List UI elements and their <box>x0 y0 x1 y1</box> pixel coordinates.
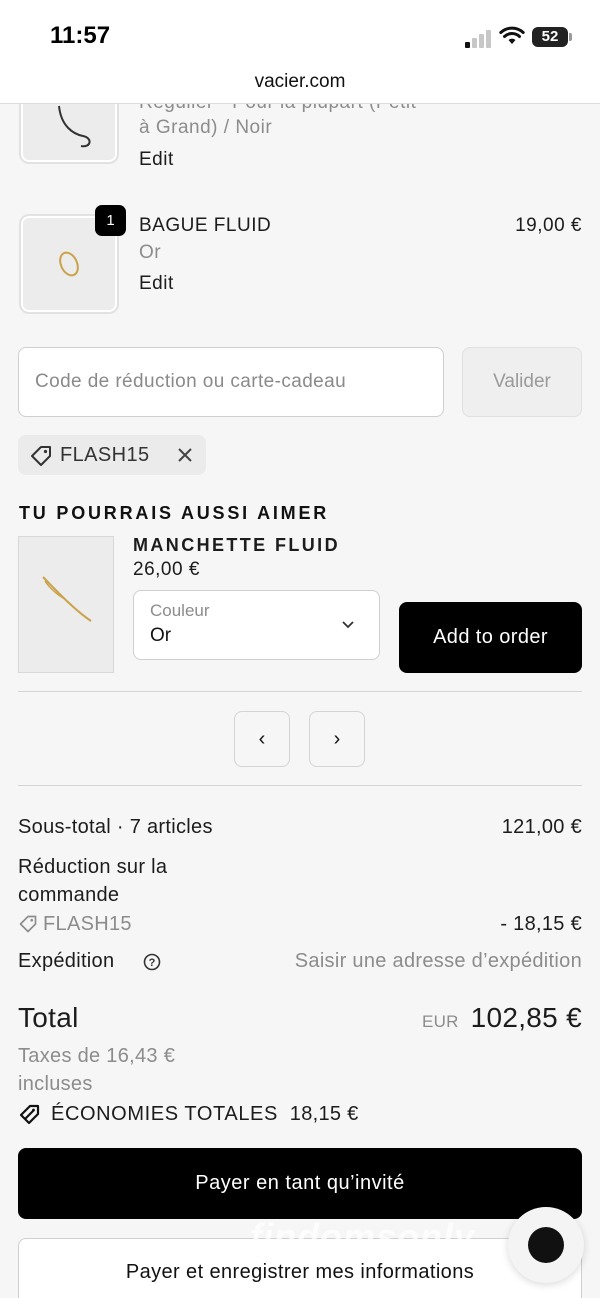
guest-checkout-button[interactable]: Payer en tant qu’invité <box>18 1148 582 1219</box>
remove-code-icon[interactable] <box>176 446 194 464</box>
pay-and-save-button[interactable]: Payer et enregistrer mes informations <box>18 1238 582 1298</box>
quantity-badge: 1 <box>95 205 126 236</box>
shipping-label: Expédition <box>18 950 115 972</box>
recommendations-heading: TU POURRAIS AUSSI AIMER <box>19 503 330 523</box>
total-savings: ÉCONOMIES TOTALES 18,15 € <box>51 1103 359 1126</box>
applied-discount-chip: FLASH15 <box>18 435 206 475</box>
status-time: 11:57 <box>50 22 111 49</box>
battery-indicator: 52 <box>532 27 572 47</box>
savings-tag-icon <box>19 1104 40 1125</box>
shipping-value: Saisir une adresse d’expédition <box>294 950 582 972</box>
cart-item-variant-line2: à Grand) / Noir <box>139 117 273 138</box>
edit-item-link[interactable]: Edit <box>139 273 174 295</box>
svg-text:?: ? <box>149 957 156 969</box>
color-select-value: Or <box>150 625 172 646</box>
url-text: vacier.com <box>254 71 346 92</box>
order-discount-label-line2: commande <box>18 884 120 906</box>
chevron-down-icon <box>342 621 354 629</box>
order-discount-label-line1: Réduction sur la <box>18 856 168 878</box>
cart-item-variant-line1: Régulier - Pour la plupart (Petit <box>139 104 416 114</box>
taxes-note-line1: Taxes de 16,43 € <box>18 1045 176 1067</box>
cart-item-price: 19,00 € <box>515 215 582 236</box>
signal-icon <box>465 28 493 48</box>
tag-icon <box>31 446 51 466</box>
url-bar[interactable]: vacier.com <box>0 66 600 104</box>
recommended-product-image[interactable] <box>18 536 114 673</box>
recommended-product-price: 26,00 € <box>133 559 200 580</box>
cuff-bracelet-image <box>42 576 92 622</box>
help-icon[interactable]: ? <box>143 953 161 971</box>
checkout-content: Régulier - Pour la plupart (Petit à Gran… <box>0 104 600 1298</box>
necklace-image <box>58 105 91 148</box>
applied-code-text: FLASH15 <box>60 444 150 466</box>
status-bar: 11:57 52 <box>0 0 600 66</box>
cart-item-variant: Régulier - Pour la plupart (Petit à Gran… <box>139 104 416 139</box>
cart-item-thumbnail <box>19 104 119 164</box>
wifi-icon <box>499 26 525 44</box>
total-value: 102,85 € <box>470 1002 582 1033</box>
apply-discount-button[interactable]: Valider <box>462 347 582 417</box>
chat-button[interactable] <box>508 1207 584 1283</box>
cart-item-name: BAGUE FLUID <box>139 215 272 236</box>
add-to-order-button[interactable]: Add to order <box>399 602 582 673</box>
savings-value: 18,15 € <box>289 1103 359 1125</box>
divider <box>18 691 582 692</box>
subtotal-label: Sous-total · 7 articles <box>18 816 213 838</box>
total-amount: EUR 102,85 € <box>330 1002 582 1034</box>
divider <box>18 785 582 786</box>
total-currency: EUR <box>421 1012 459 1031</box>
taxes-note: Taxes de 16,43 € incluses <box>18 1042 175 1098</box>
subtotal-value: 121,00 € <box>501 816 582 838</box>
edit-item-link[interactable]: Edit <box>139 149 174 171</box>
discount-value: - 18,15 € <box>500 913 582 935</box>
cart-item-variant: Or <box>139 242 162 263</box>
discount-code-input[interactable]: Code de réduction ou carte-cadeau <box>18 347 444 417</box>
discount-code-label: FLASH15 <box>43 913 132 935</box>
order-discount-label: Réduction sur la commande <box>18 853 167 909</box>
total-label: Total <box>18 1002 79 1033</box>
tag-icon <box>19 915 37 933</box>
savings-label: ÉCONOMIES TOTALES <box>51 1103 278 1125</box>
color-select-label: Couleur <box>150 601 210 620</box>
chat-icon <box>528 1227 564 1263</box>
color-select[interactable]: Couleur Or <box>133 590 380 660</box>
previous-recommendation-button[interactable]: ‹ <box>234 711 290 767</box>
next-recommendation-button[interactable]: › <box>309 711 365 767</box>
recommended-product-name: MANCHETTE FLUID <box>133 535 340 555</box>
taxes-note-line2: incluses <box>18 1073 93 1095</box>
